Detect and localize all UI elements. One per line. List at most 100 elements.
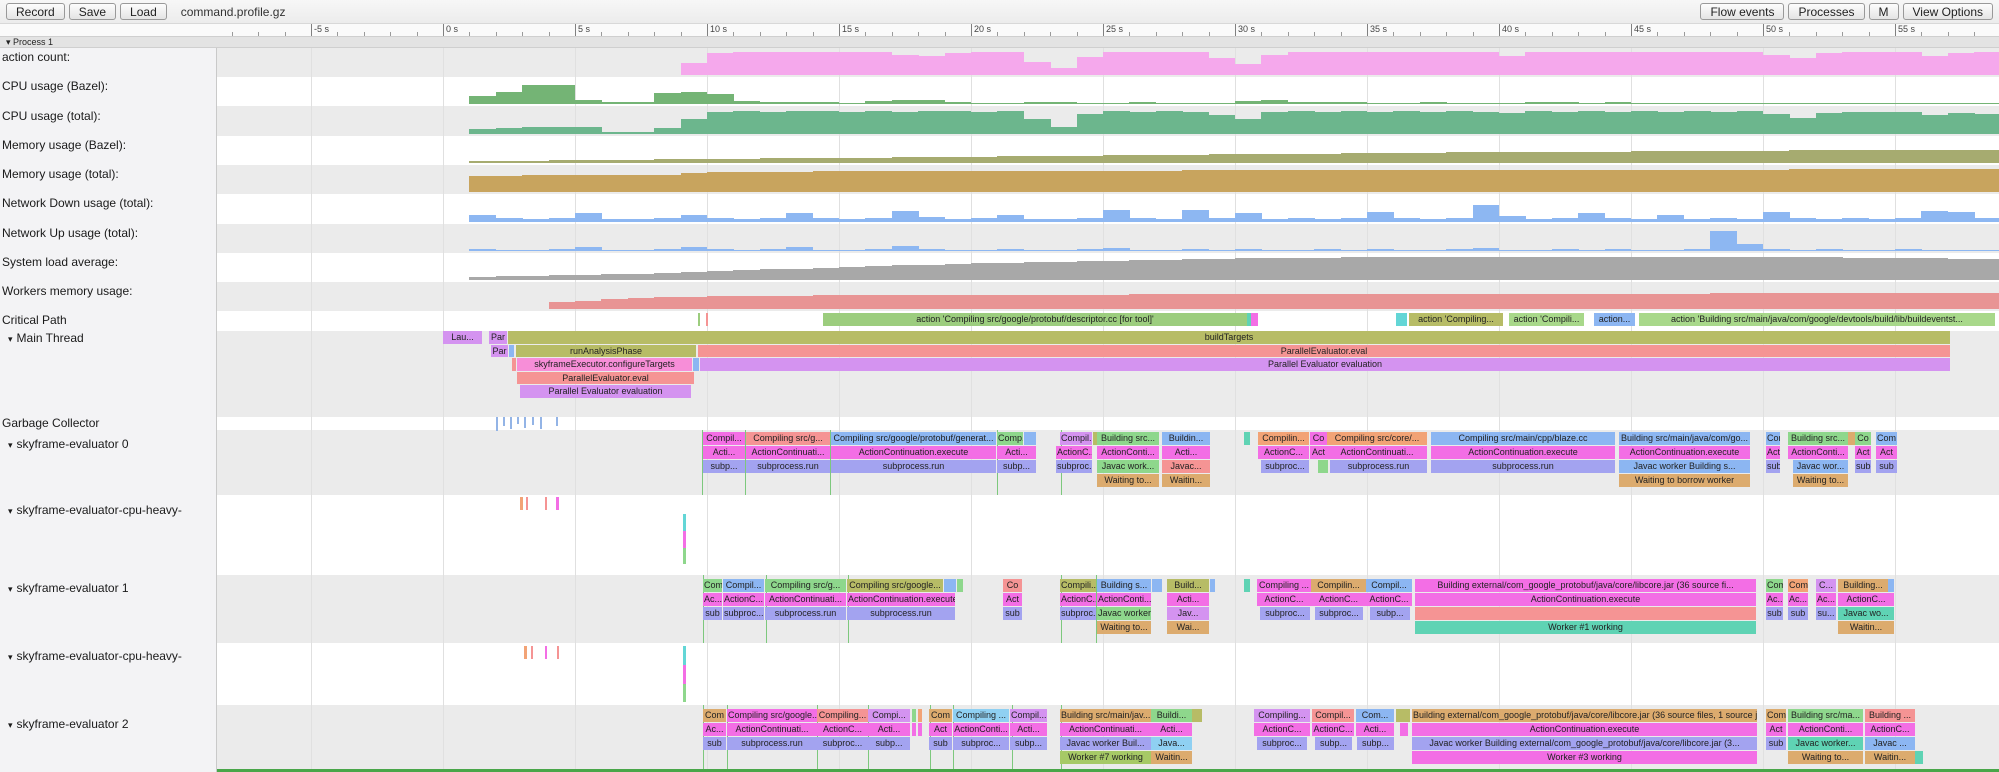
trace-event-bar[interactable]: Com: [1876, 432, 1897, 445]
trace-event-bar[interactable]: Com: [703, 709, 726, 722]
trace-event-bar[interactable]: Compil...: [703, 432, 745, 445]
counter-bar[interactable]: [1209, 58, 1236, 75]
trace-event-bar[interactable]: [1396, 709, 1410, 722]
counter-bar[interactable]: [1816, 103, 1843, 104]
counter-bar[interactable]: [760, 269, 787, 280]
trace-event-bar[interactable]: Jav...: [1167, 607, 1209, 620]
trace-event-bar[interactable]: [912, 709, 916, 722]
counter-bar[interactable]: [1156, 260, 1183, 280]
counter-bar[interactable]: [549, 218, 576, 222]
counter-bar[interactable]: [786, 172, 813, 192]
counter-bar[interactable]: [1367, 212, 1394, 222]
counter-bar[interactable]: [1842, 250, 1869, 251]
time-ruler[interactable]: -5 s0 s5 s10 s15 s20 s25 s30 s35 s40 s45…: [0, 24, 1999, 36]
counter-bar[interactable]: [1024, 295, 1051, 309]
counter-bar[interactable]: [707, 159, 734, 163]
counter-bar[interactable]: [813, 250, 840, 251]
counter-bar[interactable]: [1869, 219, 1896, 222]
counter-bar[interactable]: [865, 52, 892, 75]
counter-bar[interactable]: [733, 219, 760, 222]
counter-bar[interactable]: [1578, 213, 1605, 222]
counter-bar[interactable]: [1974, 293, 1999, 309]
trace-event-bar[interactable]: Act: [1766, 446, 1780, 459]
thread-track-label[interactable]: ▾skyframe-evaluator 0: [8, 437, 129, 451]
trace-event-bar[interactable]: Wai...: [1167, 621, 1209, 634]
counter-bar[interactable]: [1367, 52, 1394, 75]
trace-event-bar[interactable]: ActionContinuati...: [1060, 723, 1151, 736]
trace-event-bar[interactable]: Compiling...: [817, 709, 868, 722]
counter-bar[interactable]: [1420, 153, 1447, 163]
counter-bar[interactable]: [1393, 111, 1420, 134]
trace-event-bar[interactable]: ActionC...: [817, 723, 868, 736]
collapse-arrow-icon[interactable]: ▾: [8, 506, 13, 516]
trace-event-bar[interactable]: Ac...: [1766, 593, 1783, 606]
counter-bar[interactable]: [1578, 103, 1605, 104]
counter-bar[interactable]: [971, 171, 998, 192]
counter-bar[interactable]: [1288, 250, 1315, 251]
counter-bar[interactable]: [1077, 114, 1104, 134]
counter-bar[interactable]: [1578, 250, 1605, 251]
counter-bar[interactable]: [1684, 52, 1711, 75]
thread-track-label[interactable]: ▾skyframe-evaluator 2: [8, 717, 129, 731]
trace-event-bar[interactable]: ActionConti...: [1788, 723, 1863, 736]
counter-bar[interactable]: [786, 102, 813, 104]
trace-event-bar[interactable]: Javac worker...: [1788, 737, 1863, 750]
trace-event-bar[interactable]: Compilin...: [1258, 432, 1309, 445]
counter-bar[interactable]: [1393, 103, 1420, 104]
counter-bar[interactable]: [1129, 112, 1156, 135]
counter-bar[interactable]: [865, 295, 892, 309]
trace-event-bar[interactable]: Par: [491, 345, 508, 358]
counter-bar[interactable]: [681, 92, 708, 104]
trace-event-bar[interactable]: Compi...: [868, 709, 910, 722]
counter-bar[interactable]: [1631, 151, 1658, 163]
counter-bar[interactable]: [1446, 294, 1473, 309]
counter-bar[interactable]: [1578, 170, 1605, 192]
counter-bar[interactable]: [1393, 257, 1420, 280]
counter-bar[interactable]: [997, 111, 1024, 134]
counter-bar[interactable]: [1103, 261, 1130, 280]
counter-bar[interactable]: [1895, 52, 1922, 75]
counter-bar[interactable]: [1077, 295, 1104, 309]
trace-event-bar[interactable]: ActionC...: [1060, 593, 1096, 606]
counter-bar[interactable]: [707, 271, 734, 280]
trace-event-bar[interactable]: subp...: [997, 460, 1036, 473]
counter-bar[interactable]: [601, 250, 628, 251]
counter-bar[interactable]: [1631, 111, 1658, 134]
counter-bar[interactable]: [1710, 52, 1737, 75]
counter-bar[interactable]: [549, 249, 576, 251]
trace-event-bar[interactable]: Building s...: [1097, 579, 1151, 592]
trace-event-bar[interactable]: subproc...: [1260, 607, 1310, 620]
counter-bar[interactable]: [628, 175, 655, 192]
counter-bar[interactable]: [786, 52, 813, 75]
counter-bar[interactable]: [1367, 103, 1394, 104]
trace-event-bar[interactable]: subproc...: [1056, 460, 1092, 473]
counter-bar[interactable]: [1050, 262, 1077, 280]
trace-event-bar[interactable]: action 'Compili...: [1509, 313, 1584, 326]
trace-event-bar[interactable]: ActionC...: [1311, 593, 1366, 606]
counter-bar[interactable]: [1129, 218, 1156, 223]
counter-bar[interactable]: [1499, 250, 1526, 251]
counter-bar[interactable]: [681, 297, 708, 310]
counter-bar[interactable]: [1050, 250, 1077, 251]
counter-bar[interactable]: [760, 158, 787, 163]
counter-bar[interactable]: [1499, 294, 1526, 309]
counter-bar[interactable]: [786, 269, 813, 281]
counter-bar[interactable]: [1737, 219, 1764, 222]
counter-bar[interactable]: [1209, 218, 1236, 222]
counter-bar[interactable]: [1235, 170, 1262, 192]
trace-event-bar[interactable]: ActionConti...: [1788, 446, 1848, 459]
counter-bar[interactable]: [1869, 150, 1896, 163]
counter-bar[interactable]: [1710, 218, 1737, 222]
counter-bar[interactable]: [760, 218, 787, 222]
counter-bar[interactable]: [1789, 257, 1816, 280]
counter-bar[interactable]: [575, 247, 602, 251]
counter-bar[interactable]: [1631, 257, 1658, 281]
counter-bar[interactable]: [733, 111, 760, 134]
counter-bar[interactable]: [1895, 293, 1922, 309]
counter-bar[interactable]: [1921, 258, 1948, 280]
trace-event-bar[interactable]: Acti...: [1356, 723, 1394, 736]
counter-bar[interactable]: [1631, 170, 1658, 192]
counter-bar[interactable]: [1499, 56, 1526, 75]
counter-bar[interactable]: [1763, 114, 1790, 134]
trace-event-bar[interactable]: [1848, 432, 1855, 445]
